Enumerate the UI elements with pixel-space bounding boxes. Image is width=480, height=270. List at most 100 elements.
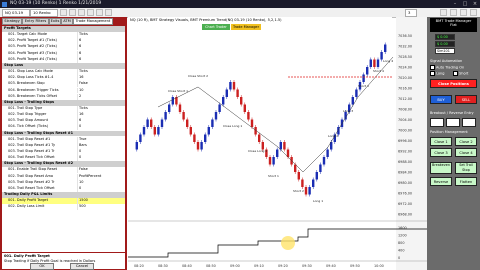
cancel-button[interactable]: Cancel [70,263,94,270]
close-positions-button[interactable]: Close Positions [430,79,477,88]
cursor-icon[interactable] [60,9,67,16]
settings-gear-icon[interactable] [460,9,467,16]
auto-trading-checkbox[interactable]: Auto Trading On [430,65,464,70]
draw-icon[interactable] [78,9,85,16]
property-row[interactable]: 005. Breakeven Ticks Offset 2 [2,93,125,100]
breakout-up-button[interactable] [430,118,444,127]
property-row[interactable]: 004. Tick Offset (Ticks) 0 [2,124,125,131]
property-value[interactable]: False [77,81,125,88]
property-value[interactable]: 6 [77,38,125,45]
property-value[interactable]: 0 [77,155,125,162]
price-tick-label: 7012.00 [398,97,412,101]
property-value[interactable]: 16 [77,75,125,82]
property-row[interactable]: 002. Profit Target #1 (Ticks) 6 [2,38,125,45]
property-row[interactable]: 001. Stop Loss Calc Mode Ticks [2,69,125,75]
close-2-button[interactable]: Close 2 [455,137,477,146]
breakout-down-button[interactable] [462,118,476,127]
property-value[interactable]: 0 [77,124,125,131]
property-row[interactable]: 003. Profit Target #2 (Ticks) 6 [2,44,125,51]
zoom-icon[interactable] [69,9,76,16]
buy-button[interactable]: BUY [430,95,452,104]
reverse-button[interactable]: Reverse [430,177,452,186]
property-row[interactable]: 002. Trail Stop Reset Amo ProfitPercent [2,173,125,180]
tab-entry-filters[interactable]: Entry Filters [22,18,49,25]
property-section[interactable]: Trading Daily P&L Limits [2,192,125,198]
tab-strategy[interactable]: Strategy [2,18,22,25]
property-row[interactable]: 001. Trail Stop Type Ticks [2,105,125,112]
tab-atm[interactable]: ATM [61,18,73,25]
lock-icon[interactable] [450,9,457,16]
property-row[interactable]: 001. Trail Stop Reset #1 True [2,136,125,143]
trade-manager-tab[interactable]: Trade Manager [231,24,261,30]
property-value[interactable]: False [77,167,125,174]
price-chart[interactable]: 7036.50 7032.00 7028.50 7024.00 7020.00 7016.… [128,17,427,270]
property-section[interactable]: Stop Loss - Trailing Stops Reset #2 [2,161,125,168]
ok-button[interactable]: OK [30,263,54,270]
instrument-selector[interactable]: NQ 03-19 [2,9,30,17]
property-value[interactable]: 0 [77,149,125,155]
property-row[interactable]: 003. Trail Stop Amount 6 [2,118,125,125]
property-row[interactable]: 002. Trail Stop Reset #1 Ty Bars [2,142,125,149]
chart-trader-tab[interactable]: Chart Trader [202,24,230,30]
close-1-button[interactable]: Close 1 [430,137,452,146]
account-field[interactable]: Sim101 [435,48,455,54]
set-trail-stop-button[interactable]: Set Trail Stop [455,162,477,174]
property-value[interactable]: 2 [77,93,125,100]
property-value[interactable]: 16 [77,112,125,118]
property-row[interactable]: 003. Trail Stop Reset #2 Tr 10 [2,179,125,186]
more-icon[interactable] [470,9,477,16]
close-4-button[interactable]: Close 4 [455,148,477,157]
property-row[interactable]: 002. Stop Loss Ticks #1-4 16 [2,75,125,82]
property-section[interactable]: Profit Targets [2,26,125,32]
renko-down-brick [150,119,153,127]
property-value[interactable]: Ticks [77,105,125,112]
interval-selector[interactable]: 10 Renko [30,9,58,17]
breakeven-button[interactable]: Breakeven [430,162,452,174]
property-section[interactable]: Stop Loss - Trailing Stops [2,99,125,106]
indicator-icon[interactable] [96,9,103,16]
property-value[interactable]: 0 [77,185,125,192]
property-row[interactable]: 002. Trail Stop Trigger 16 [2,112,125,118]
close-3-button[interactable]: Close 3 [430,148,452,157]
property-value[interactable]: 6 [77,44,125,51]
flatten-button[interactable]: Flatten [455,177,477,186]
close-window-button[interactable]: × [470,0,480,8]
property-row[interactable]: 004. Trail Reset Tick Offset 0 [2,185,125,192]
sell-button[interactable]: SELL [455,95,477,104]
tab-exits[interactable]: Exits [49,18,61,25]
property-value[interactable]: True [77,136,125,143]
property-value[interactable]: 10 [77,87,125,94]
short-checkbox[interactable]: Short [453,71,468,76]
breakout-mid-button[interactable] [446,118,460,127]
property-value[interactable]: Ticks [77,32,125,39]
property-row[interactable]: 004. Breakeven Trigger Ticks 10 [2,87,125,94]
property-value[interactable]: 500 [77,204,125,211]
property-value[interactable]: 6 [77,118,125,125]
property-value[interactable]: 6 [77,56,125,63]
minimize-button[interactable]: – [450,0,460,8]
property-row[interactable]: 004. Trail Reset Tick Offset 0 [2,155,125,162]
property-row[interactable]: 004. Profit Target #3 (Ticks) 6 [2,50,125,57]
property-row[interactable]: 001. Enable Trail Stop Reset False [2,167,125,174]
long-checkbox[interactable]: Long [430,71,444,76]
link-icon[interactable] [440,9,447,16]
properties-icon[interactable] [87,9,94,16]
tab-trade-management[interactable]: Trade Management [73,18,113,25]
property-section[interactable]: Stop Loss - Trailing Stops Reset #1 [2,130,125,137]
property-row[interactable]: 005. Profit Target #4 (Ticks) 6 [2,56,125,63]
property-section[interactable]: Stop Loss [2,62,125,69]
strategy-icon[interactable] [105,9,112,16]
property-row[interactable]: 003. Breakeven Stop False [2,81,125,88]
property-value[interactable]: Ticks [77,69,125,75]
property-row[interactable]: 001. Daily Profit Target 1500 [2,198,125,205]
property-value[interactable]: ProfitPercent [77,173,125,180]
panels-count[interactable]: 3 [405,9,417,17]
property-row[interactable]: 003. Trail Stop Reset #1 Tr 0 [2,149,125,155]
property-row[interactable]: 001. Target Calc Mode Ticks [2,32,125,39]
maximize-button[interactable]: □ [460,0,470,8]
property-value[interactable]: Bars [77,142,125,149]
property-value[interactable]: 6 [77,50,125,57]
property-value[interactable]: 10 [77,179,125,186]
property-value[interactable]: 1500 [77,198,125,205]
property-row[interactable]: 002. Daily Loss Limit 500 [2,204,125,211]
